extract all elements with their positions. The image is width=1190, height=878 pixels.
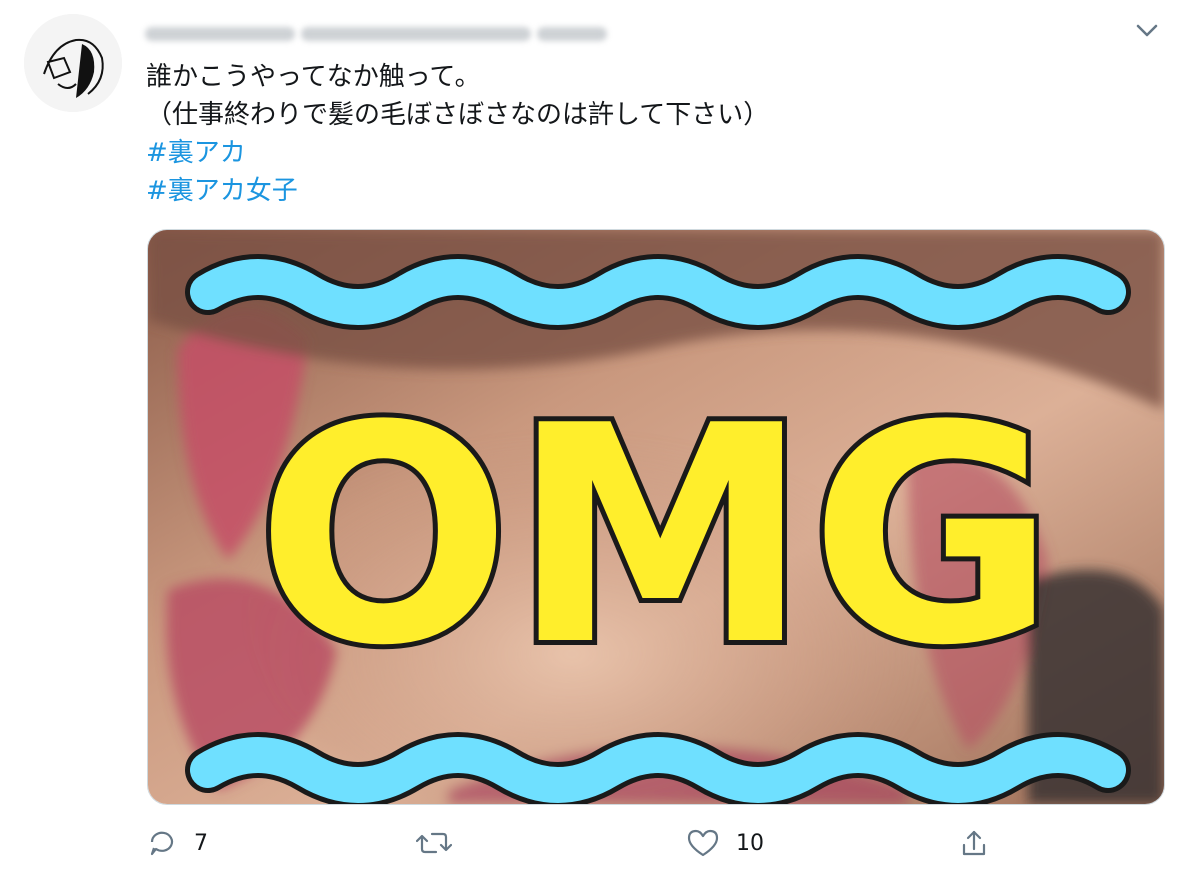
user-handle-blurred bbox=[301, 27, 531, 41]
share-icon bbox=[962, 830, 986, 856]
timestamp-blurred bbox=[537, 27, 607, 41]
tweet-media[interactable]: OMG bbox=[147, 229, 1165, 805]
reply-icon bbox=[150, 831, 174, 856]
tweet-actions: 7 10 bbox=[146, 818, 1006, 868]
retweet-button[interactable] bbox=[416, 818, 468, 868]
like-icon bbox=[687, 829, 719, 857]
share-button[interactable] bbox=[958, 818, 990, 868]
retweet-icon bbox=[416, 832, 452, 854]
more-options-button[interactable] bbox=[1130, 16, 1164, 46]
chevron-down-icon bbox=[1136, 24, 1158, 37]
reply-button[interactable]: 7 bbox=[146, 818, 208, 868]
hashtag-link[interactable]: #裏アカ女子 bbox=[146, 176, 298, 206]
tweet-text: 誰かこうやってなか触って。 （仕事終わりで髪の毛ぼさぼさなのは許して下さい） #… bbox=[146, 58, 1156, 210]
avatar-icon bbox=[24, 14, 122, 112]
tweet-line: 誰かこうやってなか触って。 bbox=[146, 62, 481, 92]
media-overlay-text: OMG bbox=[256, 362, 1056, 711]
like-count: 10 bbox=[736, 830, 764, 856]
hashtag-link[interactable]: #裏アカ bbox=[146, 138, 246, 168]
user-name-blurred bbox=[145, 27, 295, 41]
reply-count: 7 bbox=[194, 830, 208, 856]
avatar[interactable] bbox=[24, 14, 122, 112]
media-image: OMG bbox=[148, 230, 1164, 804]
like-button[interactable]: 10 bbox=[686, 818, 764, 868]
tweet-header bbox=[145, 14, 607, 54]
tweet-line: （仕事終わりで髪の毛ぼさぼさなのは許して下さい） bbox=[146, 100, 770, 130]
